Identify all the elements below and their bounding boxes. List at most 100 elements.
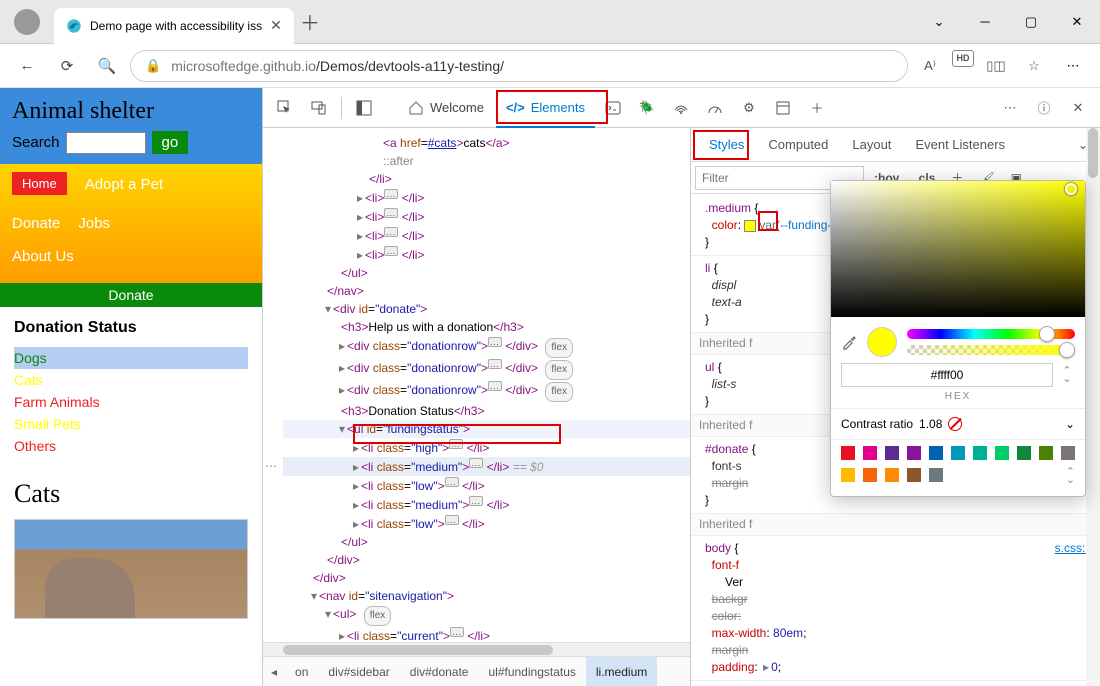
tab-elements[interactable]: </> Elements [496,88,595,128]
page-preview: Animal shelter Search go Home Adopt a Pe… [0,88,262,686]
nav-menu: Home Adopt a Pet Donate Jobs About Us [0,164,262,283]
color-swatch[interactable] [885,446,899,460]
chevron-down-icon[interactable]: ⌄ [916,6,962,38]
status-dogs[interactable]: Dogs [14,347,248,369]
saturation-field[interactable] [831,181,1085,317]
devtools-more-icon[interactable]: ⋯ [994,92,1026,124]
nav-donate[interactable]: Donate [12,211,60,236]
eyedropper-icon[interactable] [841,334,857,350]
page-title: Animal shelter [12,98,250,125]
color-swatch[interactable] [995,446,1009,460]
color-swatch[interactable] [951,446,965,460]
crumb-donate[interactable]: div#donate [400,657,479,686]
content-area: Animal shelter Search go Home Adopt a Pe… [0,88,1100,686]
color-handle[interactable] [1065,183,1077,195]
inspect-icon[interactable] [269,92,301,124]
crumb-fundingstatus[interactable]: ul#fundingstatus [478,657,585,686]
color-swatch[interactable] [863,468,877,482]
crumb-left-icon[interactable]: ◂ [263,665,285,679]
status-others[interactable]: Others [14,435,248,457]
elements-tree-pane: <a href=#cats>cats</a> ::after </li> ▸<l… [263,128,691,686]
go-button[interactable]: go [152,131,189,154]
contrast-row[interactable]: Contrast ratio 1.08 ⌄ [831,408,1085,439]
device-icon[interactable] [303,92,335,124]
color-swatch[interactable] [841,446,855,460]
reader-icon[interactable]: ▯◫ [980,50,1012,82]
tab-layout[interactable]: Layout [840,128,903,161]
color-swatch[interactable] [885,468,899,482]
contrast-fail-icon [948,417,962,431]
color-swatch[interactable] [1061,446,1075,460]
favorite-icon[interactable]: ☆ [1018,50,1050,82]
dock-icon[interactable] [348,92,380,124]
horizontal-scrollbar[interactable] [263,642,690,656]
minimize-button[interactable]: ─ [962,6,1008,38]
nav-home[interactable]: Home [12,172,67,195]
status-heading: Donation Status [14,319,248,337]
color-swatch[interactable] [1039,446,1053,460]
color-swatch[interactable] [929,468,943,482]
color-swatch[interactable] [929,446,943,460]
crumb-sidebar[interactable]: div#sidebar [318,657,399,686]
swatch-more[interactable]: ⌃⌄ [1066,468,1075,484]
hex-input[interactable] [841,363,1053,387]
nav-jobs[interactable]: Jobs [78,211,110,236]
refresh-button[interactable]: ⟳ [50,49,84,83]
tab-computed[interactable]: Computed [756,128,840,161]
more-menu-button[interactable]: ⋯ [1056,58,1090,74]
memory-icon[interactable]: ⚙ [733,92,765,124]
status-farm[interactable]: Farm Animals [14,391,248,413]
alpha-slider[interactable] [907,345,1075,355]
address-bar[interactable]: 🔒 microsoftedge.github.io/Demos/devtools… [130,50,908,82]
color-swatch[interactable] [841,468,855,482]
tab-welcome[interactable]: Welcome [398,88,494,128]
color-swatch[interactable] [863,446,877,460]
search-icon[interactable]: 🔍 [90,49,124,83]
hue-slider[interactable] [907,329,1075,339]
format-toggle[interactable]: ⌃⌄ [1059,367,1075,383]
profile-avatar[interactable] [14,9,40,35]
performance-icon[interactable] [699,92,731,124]
search-input[interactable] [66,132,146,154]
status-small[interactable]: Small Pets [14,413,248,435]
color-swatch[interactable] [1017,446,1031,460]
bug-icon[interactable]: 🪲 [631,92,663,124]
home-icon [408,100,424,116]
back-button[interactable]: ← [10,49,44,83]
lock-icon: 🔒 [145,58,161,74]
crumb-on[interactable]: on [285,657,318,686]
help-icon[interactable]: ⓘ [1028,92,1060,124]
browser-tab[interactable]: Demo page with accessibility iss ✕ [54,8,294,44]
elements-icon: </> [506,100,525,115]
nav-adopt[interactable]: Adopt a Pet [85,172,163,203]
vertical-scrollbar[interactable] [1086,128,1100,686]
color-swatch[interactable] [907,446,921,460]
edge-icon [66,18,82,34]
new-tab-button[interactable]: ＋ [300,7,320,36]
search-label: Search [12,134,60,151]
crumb-limedium[interactable]: li.medium [586,657,657,686]
console-icon[interactable] [597,92,629,124]
color-swatch[interactable] [973,446,987,460]
read-aloud-icon[interactable]: A⁾ [914,50,946,82]
tab-styles[interactable]: Styles [697,128,756,161]
nav-about[interactable]: About Us [12,244,250,269]
donation-status-section: Donation Status Dogs Cats Farm Animals S… [0,307,262,469]
status-cats[interactable]: Cats [14,369,248,391]
application-icon[interactable] [767,92,799,124]
tab-close-icon[interactable]: ✕ [270,17,282,34]
hd-icon[interactable]: HD [952,50,974,67]
network-icon[interactable] [665,92,697,124]
tab-eventlisteners[interactable]: Event Listeners [903,128,1017,161]
breadcrumb: ◂ on div#sidebar div#donate ul#fundingst… [263,656,690,686]
close-button[interactable]: ✕ [1054,6,1100,38]
devtools-close-icon[interactable]: ✕ [1062,92,1094,124]
devtools-panel: Welcome </> Elements 🪲 ⚙ ＋ ⋯ ⓘ ✕ <a h [262,88,1100,686]
swatch-palette: ⌃⌄ [831,439,1085,490]
donate-button[interactable]: Donate [0,283,262,307]
color-preview [867,327,897,357]
color-swatch[interactable] [907,468,921,482]
add-tab-icon[interactable]: ＋ [801,92,833,124]
dom-tree[interactable]: <a href=#cats>cats</a> ::after </li> ▸<l… [263,128,690,642]
maximize-button[interactable]: ▢ [1008,6,1054,38]
